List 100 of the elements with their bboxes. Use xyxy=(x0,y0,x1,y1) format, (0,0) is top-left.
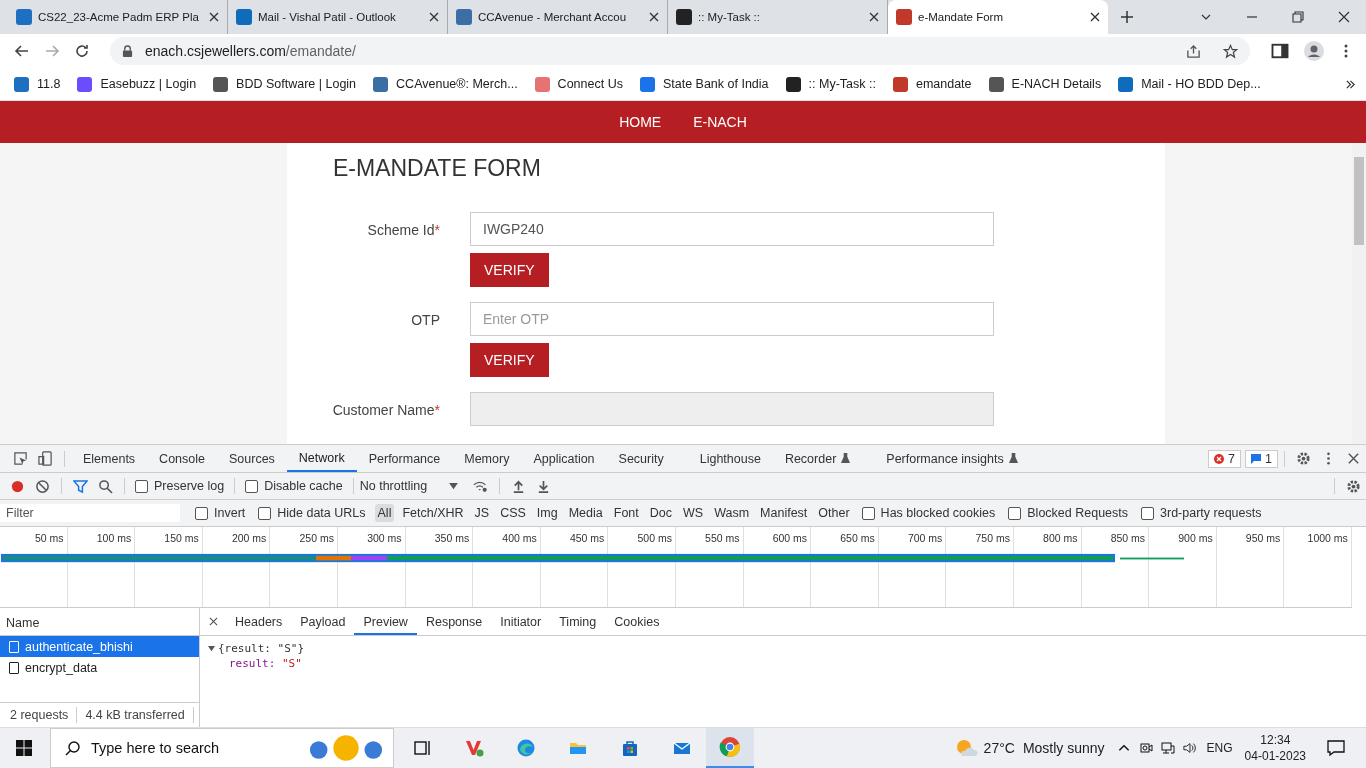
detail-tab[interactable]: Headers xyxy=(226,608,292,635)
type-filter-button[interactable]: Doc xyxy=(646,504,675,522)
bookmark[interactable]: Easebuzz | Login xyxy=(77,76,197,92)
profile-avatar-icon[interactable] xyxy=(1304,41,1324,61)
type-filter-button[interactable]: WS xyxy=(680,504,707,522)
input-field[interactable]: IWGP240 xyxy=(470,212,994,246)
clock-time[interactable]: 12:34 xyxy=(1260,732,1291,748)
record-icon[interactable] xyxy=(10,478,25,494)
bookmark[interactable]: emandate xyxy=(892,76,972,92)
checkbox-option[interactable]: Hide data URLs xyxy=(258,506,366,520)
bookmark[interactable]: 11.8 xyxy=(14,76,61,92)
close-icon[interactable] xyxy=(209,12,219,22)
detail-tab[interactable]: Initiator xyxy=(491,608,551,635)
devtools-tab[interactable]: Memory xyxy=(452,445,522,472)
taskbar-search-field[interactable]: Type here to search xyxy=(50,728,394,768)
clear-icon[interactable] xyxy=(35,478,50,494)
devtools-tab[interactable]: Sources xyxy=(217,445,287,472)
devtools-tab[interactable]: Performance insights xyxy=(874,445,1030,472)
filter-icon[interactable] xyxy=(73,478,88,494)
close-icon[interactable] xyxy=(429,12,439,22)
devtools-tab[interactable]: Security xyxy=(606,445,676,472)
scrollbar[interactable] xyxy=(1352,143,1366,444)
type-filter-button[interactable]: JS xyxy=(471,504,493,522)
error-count-badge[interactable]: 7 xyxy=(1208,449,1242,468)
bookmark[interactable]: Connect Us xyxy=(534,76,623,92)
detail-tab[interactable]: Timing xyxy=(550,608,606,635)
close-icon[interactable] xyxy=(869,12,879,22)
input-language[interactable]: ENG xyxy=(1206,741,1233,755)
type-filter-button[interactable]: Wasm xyxy=(711,504,753,522)
detail-tab[interactable]: Cookies xyxy=(605,608,669,635)
edge-browser-icon[interactable] xyxy=(516,738,536,758)
chevron-double-right-icon[interactable] xyxy=(1345,78,1356,90)
side-panel-icon[interactable] xyxy=(1270,41,1290,61)
checkbox-option[interactable]: Invert xyxy=(195,506,246,520)
type-filter-button[interactable]: Img xyxy=(533,504,561,522)
reload-icon[interactable] xyxy=(74,43,90,59)
type-filter-button[interactable]: Other xyxy=(815,504,853,522)
verify-button[interactable]: VERIFY xyxy=(470,253,549,287)
checkbox-option[interactable]: Blocked Requests xyxy=(1008,506,1129,520)
windows-logo-icon[interactable] xyxy=(16,740,32,756)
star-icon[interactable] xyxy=(1223,43,1238,59)
type-filter-button[interactable]: Manifest xyxy=(757,504,811,522)
nav-link[interactable]: HOME xyxy=(619,114,662,130)
settings-icon[interactable] xyxy=(1296,451,1311,466)
notification-icon[interactable] xyxy=(1326,738,1346,758)
new-tab-icon[interactable] xyxy=(1120,10,1134,24)
speaker-icon[interactable] xyxy=(1182,741,1197,755)
detail-tab[interactable]: Payload xyxy=(291,608,355,635)
bookmark[interactable]: :: My-Task :: xyxy=(785,76,876,92)
close-icon[interactable] xyxy=(1346,451,1361,466)
bookmark[interactable]: CCAvenue®: Merch... xyxy=(373,76,518,92)
input-field[interactable]: Enter OTP xyxy=(470,302,994,336)
app-icon[interactable] xyxy=(464,738,484,758)
type-filter-button[interactable]: All xyxy=(374,504,395,522)
devtools-tab[interactable]: Recorder xyxy=(772,445,863,472)
store-bag-icon[interactable] xyxy=(620,738,640,758)
throttling-dropdown[interactable]: No throttling xyxy=(359,479,459,493)
search-icon[interactable] xyxy=(98,478,113,494)
bookmark[interactable]: State Bank of India xyxy=(639,76,769,92)
devtools-tab[interactable]: Console xyxy=(147,445,217,472)
task-view-icon[interactable] xyxy=(412,738,432,758)
network-monitor-icon[interactable] xyxy=(1160,741,1175,755)
share-icon[interactable] xyxy=(1186,43,1201,59)
bookmark[interactable]: BDD Software | Login xyxy=(213,76,357,92)
settings-icon[interactable] xyxy=(1346,478,1361,494)
type-filter-button[interactable]: Fetch/XHR xyxy=(399,504,467,522)
back-arrow-icon[interactable] xyxy=(14,43,30,59)
browser-tab[interactable]: e-Mandate Form xyxy=(888,0,1108,34)
bookmark[interactable]: E-NACH Details xyxy=(988,76,1102,92)
devtools-tab[interactable]: Lighthouse xyxy=(687,445,773,472)
close-icon[interactable] xyxy=(649,12,659,22)
detail-tab[interactable]: Response xyxy=(416,608,492,635)
request-row[interactable]: authenticate_bhishi xyxy=(0,636,199,657)
verify-button[interactable]: VERIFY xyxy=(470,343,549,377)
address-field[interactable]: enach.csjewellers.com/emandate/ xyxy=(110,37,1250,65)
checkbox-option[interactable]: Has blocked cookies xyxy=(861,506,996,520)
close-icon[interactable] xyxy=(1090,12,1100,22)
checkbox-option[interactable]: Disable cache xyxy=(245,479,343,493)
filter-field[interactable]: Filter xyxy=(0,504,180,522)
type-filter-button[interactable]: Media xyxy=(565,504,606,522)
expanded-triangle-icon[interactable] xyxy=(208,645,215,652)
restore-icon[interactable] xyxy=(1292,11,1304,23)
type-filter-button[interactable]: Font xyxy=(610,504,642,522)
device-toolbar-icon[interactable] xyxy=(38,451,53,466)
request-row[interactable]: encrypt_data xyxy=(0,657,199,678)
checkbox-option[interactable]: 3rd-party requests xyxy=(1141,506,1262,520)
nav-link[interactable]: E-NACH xyxy=(693,114,747,130)
clock-date[interactable]: 04-01-2023 xyxy=(1244,748,1306,764)
devtools-tab[interactable]: Elements xyxy=(71,445,148,472)
type-filter-button[interactable]: CSS xyxy=(497,504,529,522)
chrome-taskbar-button[interactable] xyxy=(706,728,754,768)
meet-camera-icon[interactable] xyxy=(1138,741,1153,755)
inspect-icon[interactable] xyxy=(13,451,28,466)
close-icon[interactable] xyxy=(1338,11,1350,23)
devtools-tab[interactable]: Application xyxy=(521,445,607,472)
devtools-tab[interactable]: Performance xyxy=(356,445,453,472)
bookmark[interactable]: Mail - HO BDD Dep... xyxy=(1118,76,1261,92)
message-count-badge[interactable]: 1 xyxy=(1245,449,1278,468)
checkbox-option[interactable]: Preserve log xyxy=(135,479,225,493)
close-icon[interactable] xyxy=(209,617,218,626)
